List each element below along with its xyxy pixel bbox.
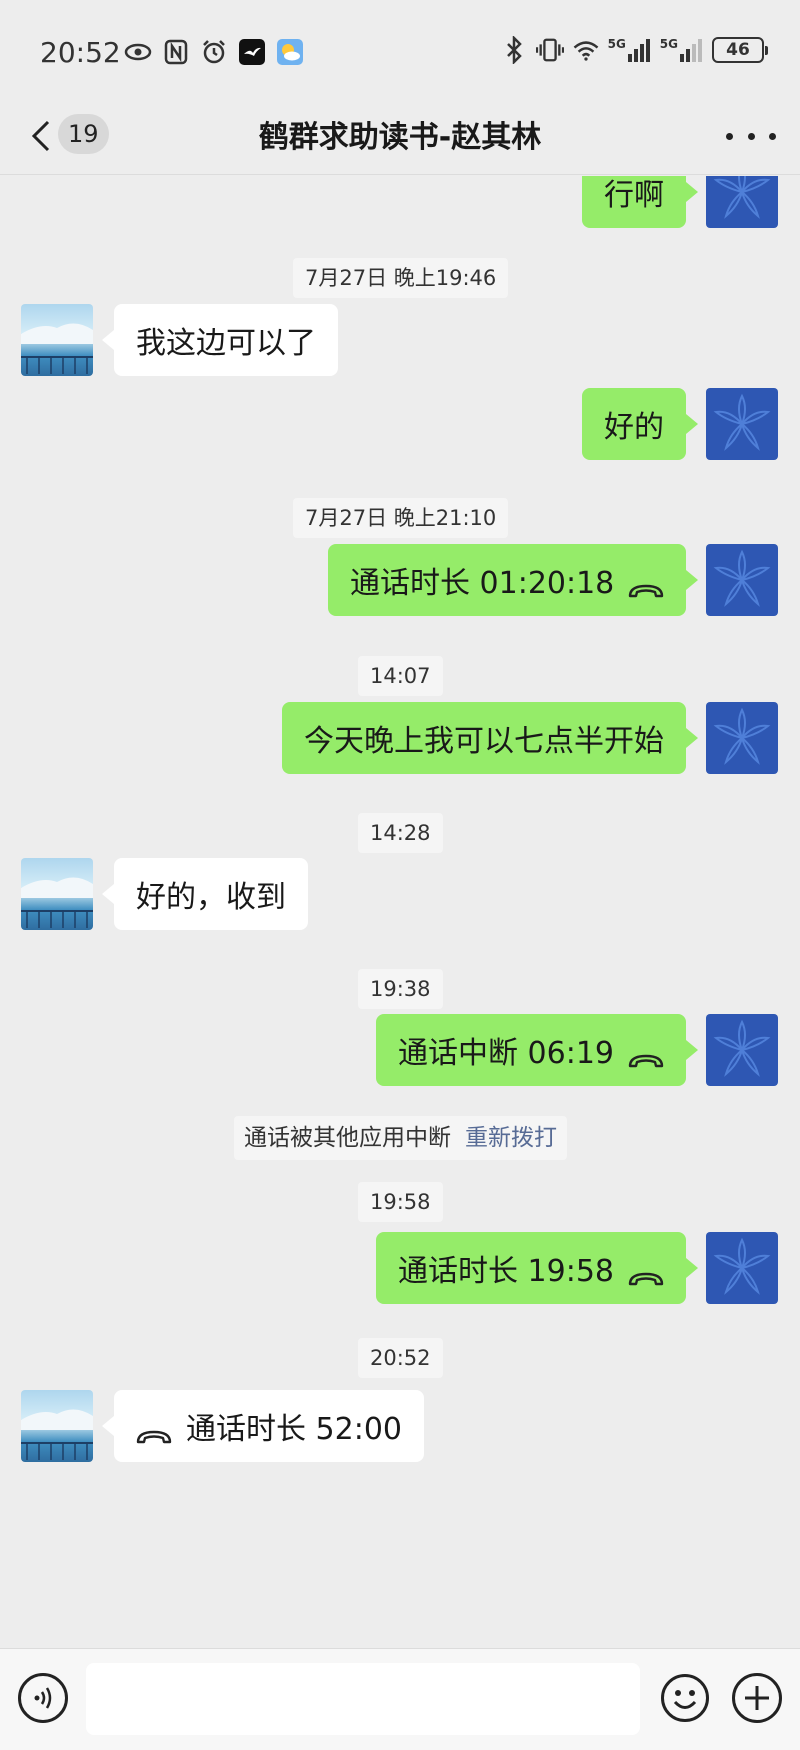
battery-level: 46 bbox=[726, 40, 750, 60]
chat-header: 19 鹤群求助读书-赵其林 bbox=[0, 100, 800, 175]
signal-5g-icon: 5G bbox=[660, 38, 704, 62]
status-left-icons bbox=[124, 38, 304, 66]
more-options-button[interactable] bbox=[726, 118, 776, 154]
call-record-text: 通话时长 19:58 bbox=[398, 1254, 614, 1289]
dot-icon bbox=[769, 132, 776, 140]
dot-icon bbox=[747, 132, 755, 140]
status-bar: 20:52 5G 5G 46 bbox=[0, 0, 800, 100]
call-record-bubble[interactable]: 通话时长 19:58 bbox=[376, 1232, 698, 1304]
network-type-label: 5G bbox=[659, 37, 678, 51]
my-avatar[interactable] bbox=[706, 176, 778, 228]
eye-icon bbox=[124, 38, 152, 66]
contact-avatar[interactable] bbox=[21, 304, 93, 376]
system-notice: 通话被其他应用中断 重新拨打 bbox=[234, 1116, 567, 1160]
timestamp: 19:58 bbox=[358, 1182, 443, 1222]
status-time: 20:52 bbox=[40, 36, 121, 69]
message-text: 今天晚上我可以七点半开始 bbox=[304, 724, 664, 759]
call-record-text: 通话时长 52:00 bbox=[186, 1412, 402, 1447]
call-record-bubble[interactable]: 通话中断 06:19 bbox=[376, 1014, 698, 1086]
timestamp: 7月27日 晚上21:10 bbox=[293, 498, 509, 538]
alarm-icon bbox=[200, 38, 228, 66]
message-text: 我这边可以了 bbox=[136, 326, 316, 361]
weather-icon bbox=[276, 38, 304, 66]
timestamp: 14:28 bbox=[358, 813, 443, 853]
message-bubble[interactable]: 行啊 bbox=[582, 176, 698, 228]
phone-icon bbox=[628, 1260, 664, 1286]
phone-icon bbox=[628, 572, 664, 598]
network-type-label: 5G bbox=[607, 37, 626, 51]
my-avatar[interactable] bbox=[706, 1232, 778, 1304]
timestamp: 19:38 bbox=[358, 969, 443, 1009]
contact-avatar[interactable] bbox=[21, 858, 93, 930]
message-text: 好的 bbox=[604, 410, 664, 445]
voice-input-button[interactable] bbox=[18, 1673, 68, 1723]
message-bubble[interactable]: 今天晚上我可以七点半开始 bbox=[282, 702, 698, 774]
message-input[interactable] bbox=[86, 1663, 640, 1735]
voice-icon bbox=[34, 1687, 52, 1709]
timestamp: 7月27日 晚上19:46 bbox=[293, 258, 509, 298]
contact-avatar[interactable] bbox=[21, 1390, 93, 1462]
message-bubble[interactable]: 好的 bbox=[582, 388, 698, 460]
call-record-text: 通话中断 06:19 bbox=[398, 1036, 614, 1071]
emoji-button[interactable] bbox=[660, 1673, 710, 1723]
signal-5g-icon: 5G bbox=[608, 38, 652, 62]
nfc-icon bbox=[162, 38, 190, 66]
timestamp: 20:52 bbox=[358, 1338, 443, 1378]
message-bubble[interactable]: 我这边可以了 bbox=[102, 304, 338, 376]
system-notice-text: 通话被其他应用中断 bbox=[244, 1125, 451, 1151]
phone-icon bbox=[136, 1418, 172, 1444]
my-avatar[interactable] bbox=[706, 702, 778, 774]
message-bubble[interactable]: 好的，收到 bbox=[102, 858, 308, 930]
battery-indicator: 46 bbox=[712, 37, 768, 63]
timestamp: 14:07 bbox=[358, 656, 443, 696]
bluetooth-icon bbox=[500, 36, 528, 64]
call-record-text: 通话时长 01:20:18 bbox=[350, 566, 615, 601]
bird-app-icon bbox=[238, 38, 266, 66]
call-record-bubble[interactable]: 通话时长 01:20:18 bbox=[328, 544, 699, 616]
dot-icon bbox=[726, 132, 733, 140]
message-text: 行啊 bbox=[604, 178, 664, 213]
smiley-icon bbox=[661, 1674, 709, 1722]
chat-title: 鹤群求助读书-赵其林 bbox=[258, 120, 542, 155]
my-avatar[interactable] bbox=[706, 388, 778, 460]
message-text: 好的，收到 bbox=[136, 880, 286, 915]
redial-link[interactable]: 重新拨打 bbox=[465, 1125, 557, 1151]
vibrate-icon bbox=[535, 36, 564, 64]
my-avatar[interactable] bbox=[706, 1014, 778, 1086]
status-right-icons: 5G 5G 46 bbox=[500, 36, 768, 64]
call-record-bubble[interactable]: 通话时长 52:00 bbox=[102, 1390, 424, 1462]
phone-icon bbox=[628, 1042, 664, 1068]
wifi-icon bbox=[572, 36, 600, 64]
my-avatar[interactable] bbox=[706, 544, 778, 616]
more-functions-button[interactable] bbox=[732, 1673, 782, 1723]
message-list[interactable]: 行啊 7月27日 晚上19:46 我这边可以了好的 7月27日 晚上21:10 通话时长… bbox=[0, 176, 800, 1648]
input-bar bbox=[0, 1648, 800, 1750]
